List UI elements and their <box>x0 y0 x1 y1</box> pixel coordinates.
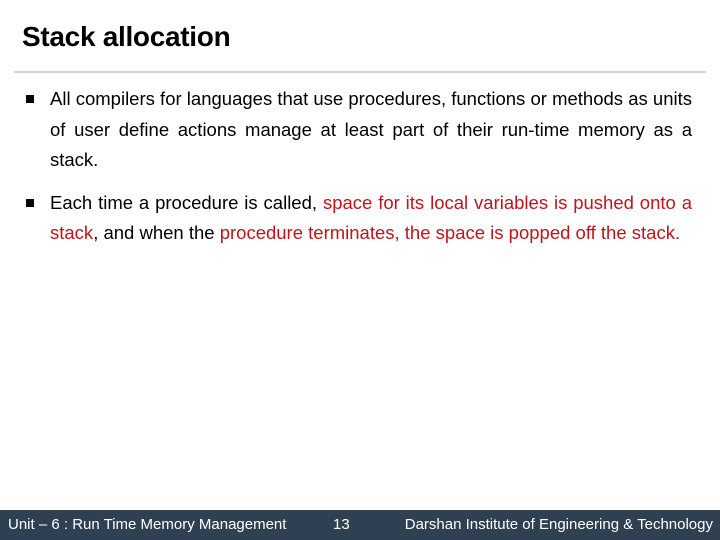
bullet-text: , and when the <box>93 222 220 243</box>
bullet-item: Each time a procedure is called, space f… <box>22 188 692 249</box>
bullet-text: Each time a procedure is called, <box>50 191 323 213</box>
bullet-item: All compilers for languages that use pro… <box>22 84 692 176</box>
square-bullet-icon <box>26 95 34 103</box>
square-bullet-icon <box>26 198 34 207</box>
highlighted-text: procedure terminates, the space is poppe… <box>219 222 681 243</box>
footer-unit-title: Unit – 6 : Run Time Memory Management <box>8 516 287 533</box>
slide-title: Stack allocation <box>22 21 231 52</box>
title-divider <box>14 71 706 73</box>
slide-footer: Unit – 6 : Run Time Memory Management 13… <box>0 510 720 540</box>
bullet-text: All compilers for languages that use pro… <box>50 88 692 170</box>
page-number: 13 <box>333 516 350 533</box>
footer-institute: Darshan Institute of Engineering & Techn… <box>404 516 713 533</box>
bullet-list: All compilers for languages that use pro… <box>22 84 692 261</box>
